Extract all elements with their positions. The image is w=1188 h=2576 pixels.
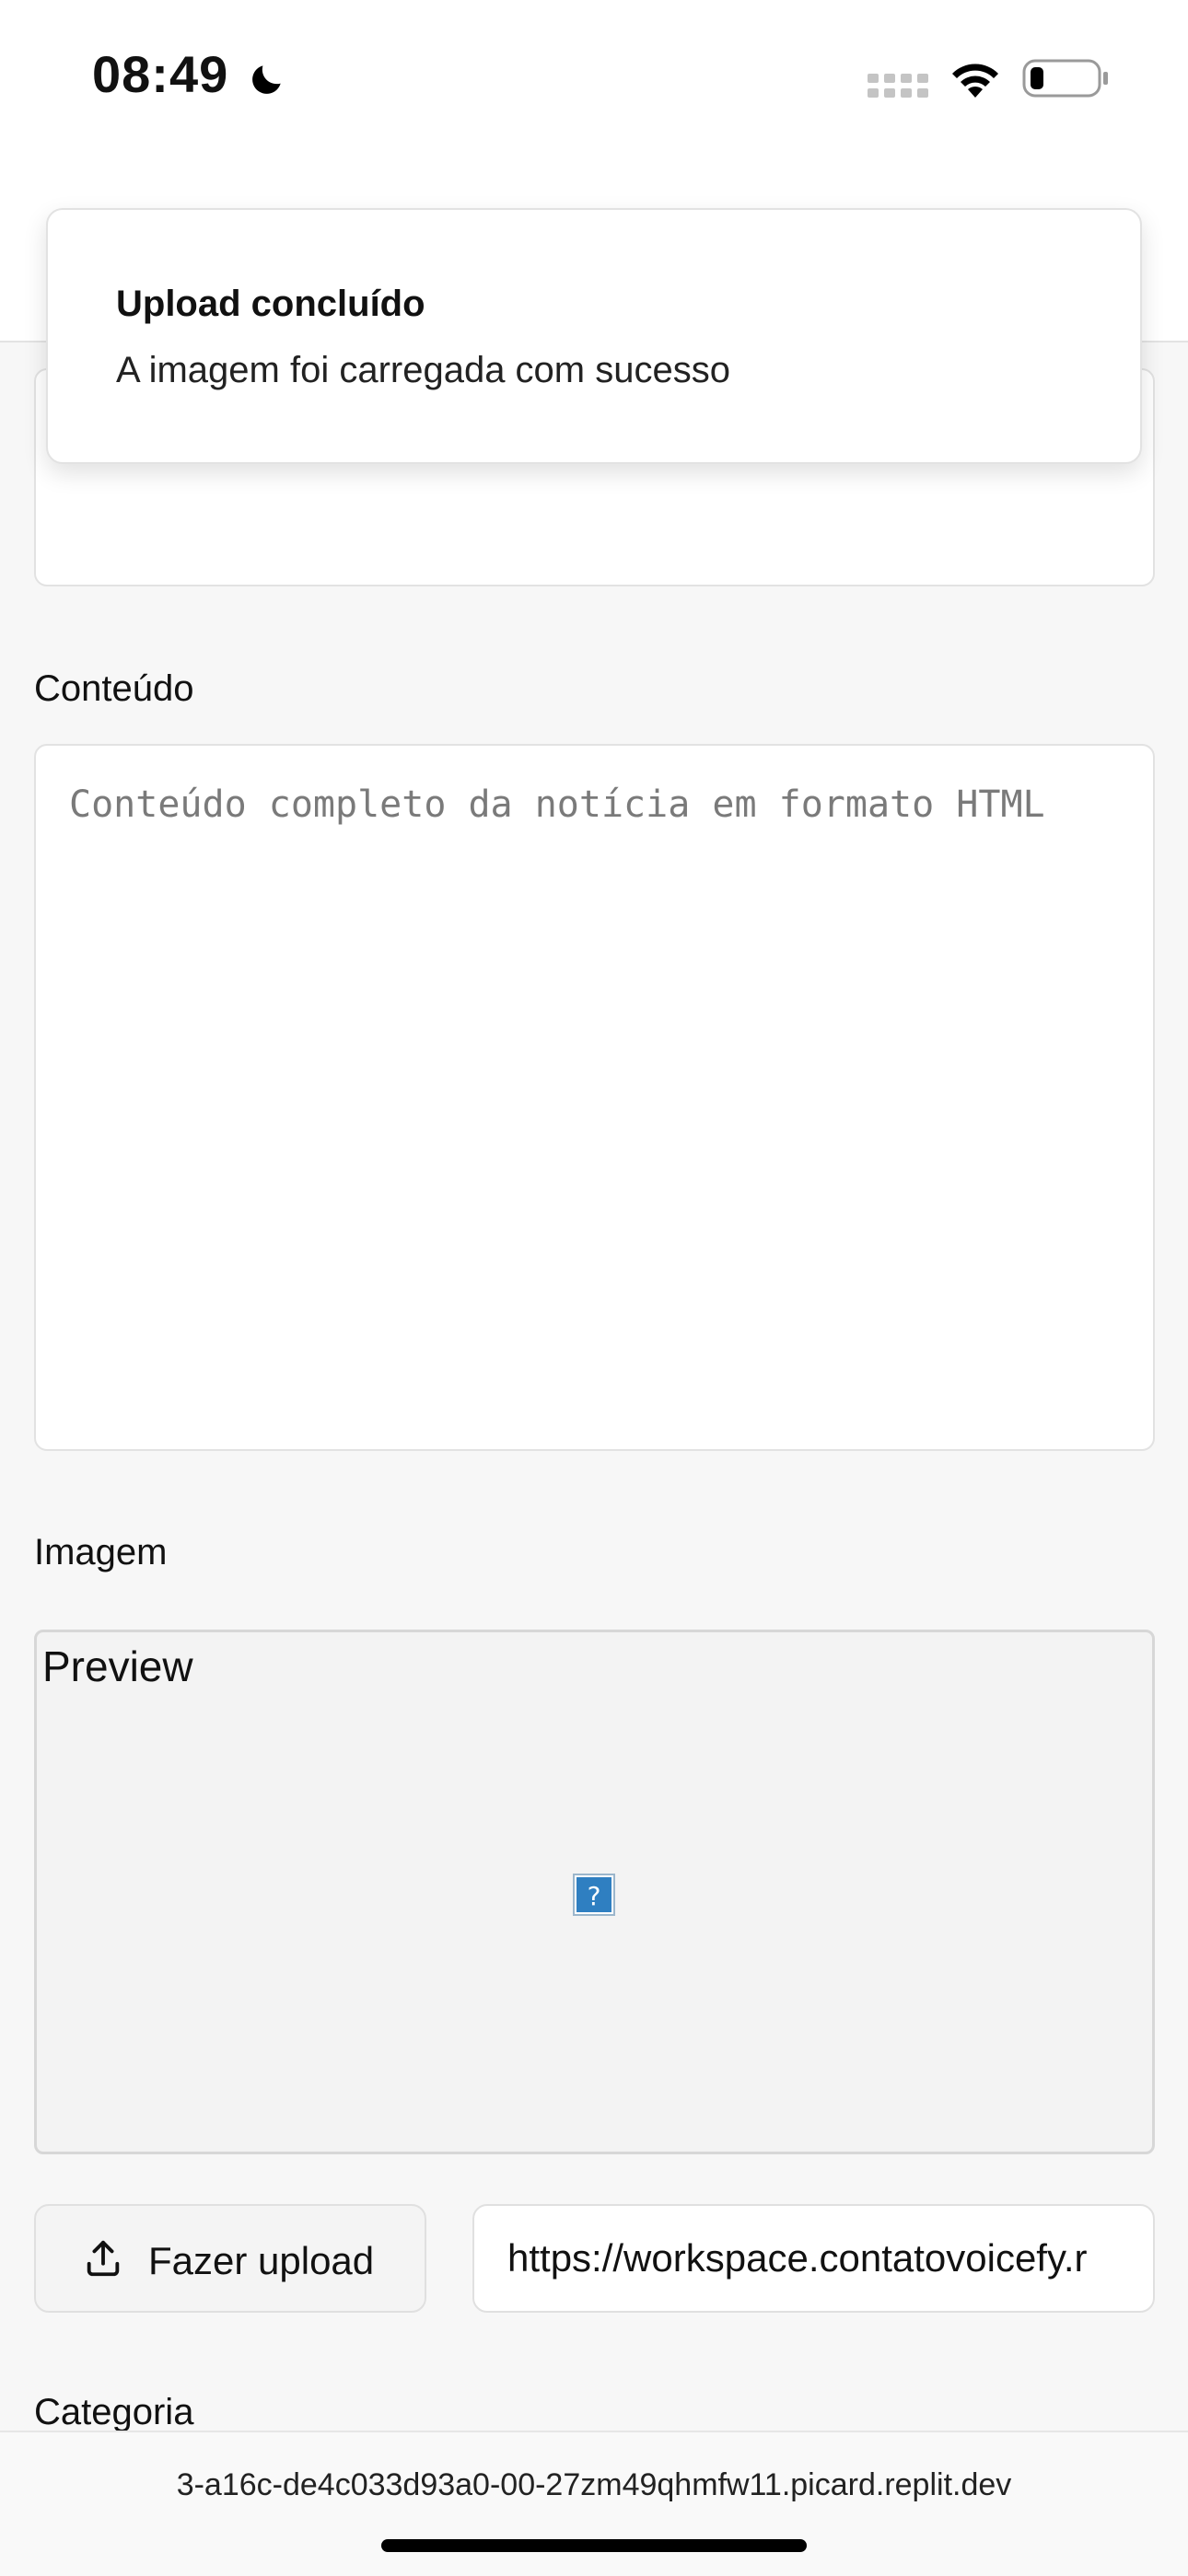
preview-alt-text: Preview	[42, 1642, 193, 1690]
toast-notification: Upload concluído A imagem foi carregada …	[46, 208, 1142, 464]
upload-button[interactable]: Fazer upload	[34, 2204, 426, 2313]
category-label: Categoria	[34, 2392, 194, 2432]
content-textarea[interactable]	[34, 744, 1155, 1451]
broken-image-icon: ?	[573, 1874, 615, 1916]
battery-icon	[1022, 59, 1108, 98]
image-url-input[interactable]	[472, 2204, 1155, 2313]
image-label: Imagem	[34, 1532, 168, 1572]
home-indicator[interactable]	[381, 2539, 807, 2552]
upload-icon	[87, 2240, 120, 2277]
browser-url-text[interactable]: 3-a16c-de4c033d93a0-00-27zm49qhmfw11.pic…	[0, 2467, 1188, 2503]
svg-text:?: ?	[588, 1881, 601, 1911]
upload-button-label: Fazer upload	[148, 2239, 375, 2282]
wifi-icon	[952, 64, 998, 98]
toast-title: Upload concluído	[116, 284, 425, 324]
toast-description: A imagem foi carregada com sucesso	[116, 350, 730, 390]
cellular-signal-icon	[868, 74, 928, 98]
moon-icon	[252, 65, 281, 94]
status-time: 08:49	[92, 45, 229, 103]
image-preview: Preview ?	[34, 1630, 1155, 2154]
browser-url-bar[interactable]: 3-a16c-de4c033d93a0-00-27zm49qhmfw11.pic…	[0, 2431, 1188, 2576]
content-label: Conteúdo	[34, 668, 194, 709]
